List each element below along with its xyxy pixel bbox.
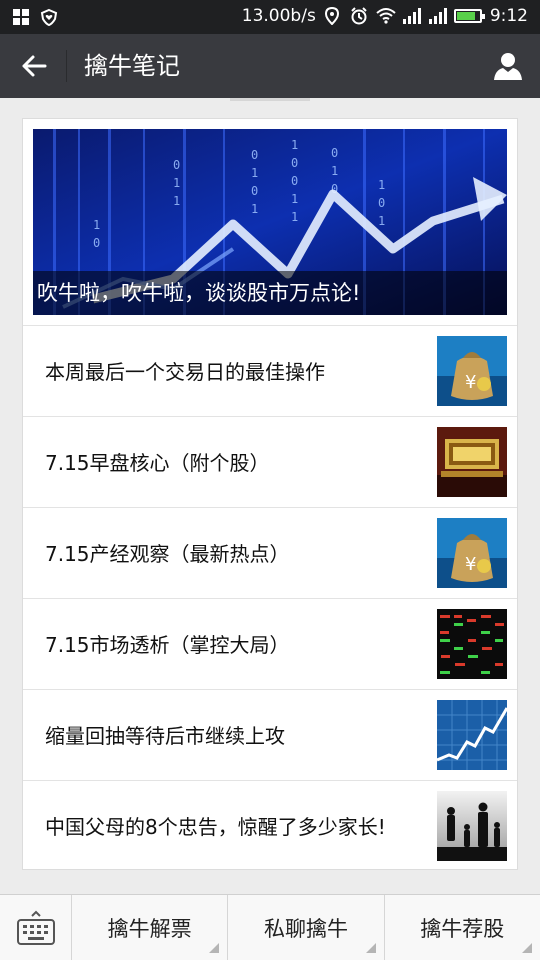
- svg-text:1: 1: [93, 218, 100, 232]
- list-item[interactable]: 中国父母的8个忠告，惊醒了多少家长!: [23, 780, 517, 871]
- status-right: 13.00b/s 9:12: [242, 6, 528, 26]
- status-bar: 13.00b/s 9:12: [0, 0, 540, 34]
- heart-shield-icon: [40, 8, 58, 27]
- menu-item-stock-picks[interactable]: 擒牛荐股: [385, 895, 540, 960]
- page-title: 擒牛笔记: [84, 52, 180, 80]
- article-title: 中国父母的8个忠告，惊醒了多少家长!: [45, 814, 386, 839]
- list-item[interactable]: 7.15产经观察（最新热点） ¥: [23, 507, 517, 598]
- menu-item-label: 私聊擒牛: [263, 917, 348, 941]
- article-title: 7.15早盘核心（附个股）: [45, 450, 270, 475]
- svg-text:0: 0: [291, 174, 298, 188]
- pull-indicator: [230, 98, 310, 101]
- gold-text-thumbnail: [437, 427, 507, 497]
- svg-text:1: 1: [378, 214, 385, 228]
- article-title: 7.15市场透析（掌控大局）: [45, 632, 290, 657]
- article-title: 本周最后一个交易日的最佳操作: [45, 359, 325, 384]
- signal-icon: [428, 7, 447, 25]
- family-silhouette-thumbnail: [437, 791, 507, 861]
- status-left: [12, 8, 58, 27]
- bottom-menu-bar: 擒牛解票 私聊擒牛 擒牛荐股: [0, 894, 540, 960]
- svg-text:0: 0: [251, 184, 258, 198]
- svg-text:0: 0: [291, 156, 298, 170]
- svg-text:1: 1: [378, 178, 385, 192]
- stock-board-thumbnail: [437, 609, 507, 679]
- back-button[interactable]: [14, 48, 54, 84]
- submenu-indicator-icon: [209, 943, 220, 953]
- svg-text:1: 1: [331, 164, 338, 178]
- svg-text:1: 1: [173, 194, 180, 208]
- svg-text:0: 0: [173, 158, 180, 172]
- keyboard-icon: [16, 910, 55, 945]
- svg-text:1: 1: [291, 138, 298, 152]
- list-item[interactable]: 7.15市场透析（掌控大局）: [23, 598, 517, 689]
- menu-item-stock-analysis[interactable]: 擒牛解票: [72, 895, 229, 960]
- signal-icon: [402, 7, 421, 25]
- app-header: 擒牛笔记: [0, 34, 540, 98]
- list-item[interactable]: 本周最后一个交易日的最佳操作 ¥: [23, 325, 517, 416]
- menu-item-private-chat[interactable]: 私聊擒牛: [228, 895, 385, 960]
- svg-text:1: 1: [291, 192, 298, 206]
- hero-caption: 吹牛啦，吹牛啦，谈谈股市万点论!: [33, 271, 507, 315]
- submenu-indicator-icon: [365, 943, 376, 953]
- arrow-left-icon: [22, 55, 47, 77]
- svg-text:¥: ¥: [465, 554, 476, 575]
- svg-text:0: 0: [93, 236, 100, 250]
- svg-text:¥: ¥: [465, 372, 476, 393]
- list-item[interactable]: 缩量回抽等待后市继续上攻: [23, 689, 517, 780]
- svg-text:1: 1: [291, 210, 298, 224]
- money-bag-thumbnail: ¥: [437, 518, 507, 588]
- article-title: 缩量回抽等待后市继续上攻: [45, 723, 285, 748]
- svg-text:1: 1: [251, 202, 258, 216]
- clock-time: 9:12: [489, 6, 528, 26]
- list-item[interactable]: 7.15早盘核心（附个股）: [23, 416, 517, 507]
- alarm-icon: [350, 7, 368, 25]
- header-divider: [66, 50, 67, 82]
- network-speed: 13.00b/s: [241, 6, 316, 26]
- person-icon: [494, 53, 522, 80]
- battery-icon: [453, 9, 485, 23]
- profile-button[interactable]: [490, 48, 526, 84]
- article-card: 0101 10011 010 101 011 10 吹牛啦，吹牛啦，谈谈股市万点…: [22, 118, 518, 870]
- wifi-icon: [376, 7, 396, 25]
- money-bag-thumbnail: ¥: [437, 336, 507, 406]
- article-title: 7.15产经观察（最新热点）: [45, 541, 290, 566]
- svg-text:0: 0: [251, 148, 258, 162]
- svg-text:0: 0: [378, 196, 385, 210]
- submenu-indicator-icon: [521, 943, 532, 953]
- svg-text:1: 1: [251, 166, 258, 180]
- svg-text:1: 1: [173, 176, 180, 190]
- keyboard-toggle-button[interactable]: [0, 895, 72, 960]
- location-icon: [324, 6, 342, 26]
- grid-app-icon: [12, 8, 30, 26]
- hero-article[interactable]: 0101 10011 010 101 011 10 吹牛啦，吹牛啦，谈谈股市万点…: [33, 129, 507, 315]
- svg-text:0: 0: [331, 146, 338, 160]
- menu-item-label: 擒牛解票: [107, 917, 192, 941]
- blue-chart-thumbnail: [437, 700, 507, 770]
- menu-item-label: 擒牛荐股: [420, 917, 505, 941]
